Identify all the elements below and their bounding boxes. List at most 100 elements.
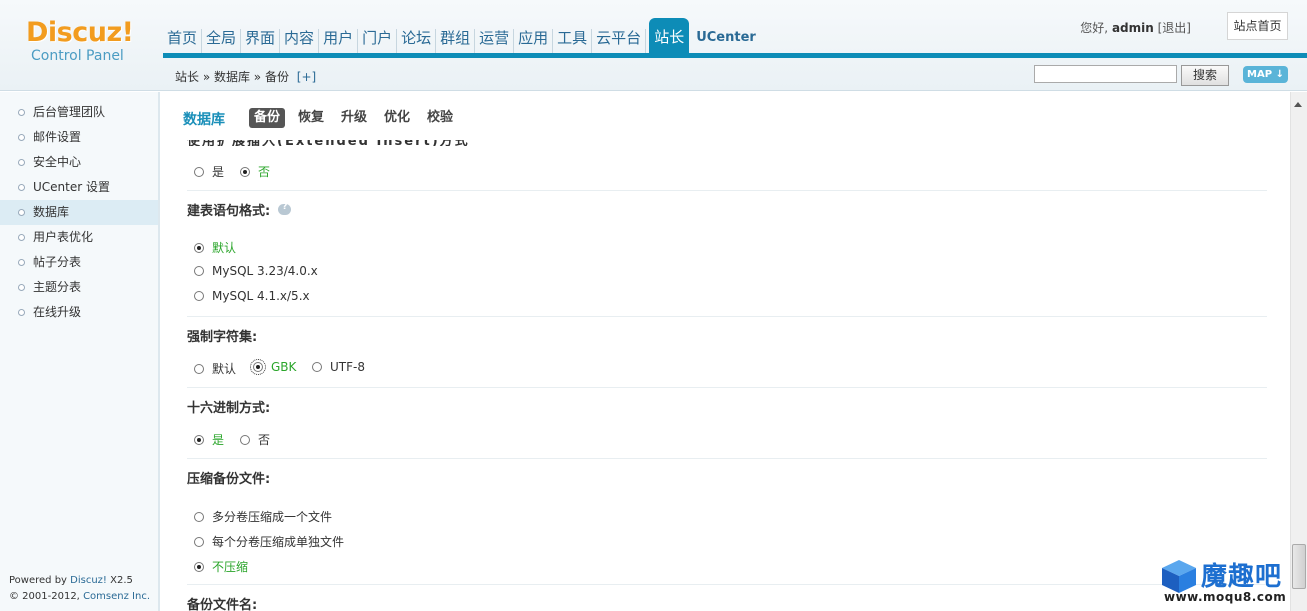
nav-item-webmaster[interactable]: 站长 (649, 18, 690, 54)
powered-prefix: Powered by (9, 575, 67, 586)
sidebar-item-admin-team[interactable]: 后台管理团队 (0, 100, 158, 125)
radio-charset-gbk[interactable]: GBK (250, 359, 296, 375)
sidebar-item-ucenter-settings[interactable]: UCenter 设置 (0, 175, 158, 200)
sidebar-item-post-split[interactable]: 帖子分表 (0, 250, 158, 275)
nav-item-cloud[interactable]: 云平台 (592, 29, 647, 54)
add-shortcut-link[interactable]: [+] (297, 70, 316, 84)
sidebar-item-database[interactable]: 数据库 (0, 200, 158, 225)
sidebar-item-label: 在线升级 (33, 305, 82, 319)
radio-circle (194, 266, 204, 276)
radio-hex-no[interactable]: 否 (240, 431, 270, 448)
logout-link[interactable]: [退出] (1158, 21, 1191, 35)
nav-item-apps[interactable]: 应用 (514, 29, 554, 54)
sidebar-item-online-upgrade[interactable]: 在线升级 (0, 300, 158, 325)
option-label: 是 (212, 433, 225, 447)
sidebar-item-label: 帖子分表 (33, 255, 82, 269)
map-label: MAP (1247, 69, 1273, 80)
tab-verify[interactable]: 校验 (422, 108, 458, 128)
map-button[interactable]: MAP ↓ (1243, 66, 1288, 83)
option-label: UTF-8 (330, 360, 365, 374)
bullet-icon (18, 159, 25, 166)
sidebar-item-mail-settings[interactable]: 邮件设置 (0, 125, 158, 150)
sidebar-item-user-table-optimize[interactable]: 用户表优化 (0, 225, 158, 250)
radio-ext-insert-yes[interactable]: 是 (194, 163, 224, 180)
option-label: 否 (258, 165, 271, 179)
radio-sql-default[interactable]: 默认 (194, 239, 236, 256)
charset-label-row: 强制字符集: (187, 326, 1267, 345)
nav-item-home[interactable]: 首页 (163, 29, 203, 54)
breadcrumb: 站长 » 数据库 » 备份 [+] (175, 68, 316, 85)
site-home-button[interactable]: 站点首页 (1227, 12, 1288, 40)
main-scrollbar[interactable] (1290, 92, 1307, 611)
compress-label: 压缩备份文件: (187, 472, 271, 487)
bullet-icon (18, 134, 25, 141)
search-button[interactable]: 搜索 (1181, 65, 1229, 86)
hex-label: 十六进制方式: (187, 401, 271, 416)
nav-item-portal[interactable]: 门户 (358, 29, 398, 54)
radio-compress-multi-one[interactable]: 多分卷压缩成一个文件 (194, 508, 332, 525)
bullet-icon (18, 259, 25, 266)
tab-backup[interactable]: 备份 (249, 108, 286, 128)
discuz-link[interactable]: Discuz! (70, 575, 107, 586)
nav-item-global[interactable]: 全局 (202, 29, 242, 54)
nav-item-forum[interactable]: 论坛 (397, 29, 437, 54)
charset-label: 强制字符集: (187, 330, 258, 345)
nav-underline (163, 53, 1307, 58)
cube-logo-icon (1162, 560, 1196, 593)
sql-format-label-row: 建表语句格式: (187, 200, 1267, 219)
radio-compress-each[interactable]: 每个分卷压缩成单独文件 (194, 533, 344, 550)
page-title: 数据库 (183, 112, 225, 128)
tab-restore[interactable]: 恢复 (293, 108, 329, 128)
radio-ext-insert-no[interactable]: 否 (240, 163, 270, 180)
tab-bar: 数据库 备份 恢复 升级 优化 校验 (163, 92, 1290, 140)
nav-item-content[interactable]: 内容 (280, 29, 320, 54)
divider (187, 316, 1267, 317)
radio-charset-default[interactable]: 默认 (194, 360, 236, 377)
sidebar-item-thread-split[interactable]: 主题分表 (0, 275, 158, 300)
hex-label-row: 十六进制方式: (187, 397, 1267, 416)
sidebar-item-label: 主题分表 (33, 280, 82, 294)
top-navigation: 首页 全局 界面 内容 用户 门户 论坛 群组 运营 应用 工具 云平台 站长 … (163, 16, 760, 54)
scroll-up-arrow-icon[interactable] (1294, 102, 1302, 107)
radio-circle (194, 291, 204, 301)
radio-compress-none[interactable]: 不压缩 (194, 558, 248, 575)
version-text: X2.5 (110, 575, 133, 586)
radio-circle (194, 434, 204, 445)
radio-sql-mysql41[interactable]: MySQL 4.1.x/5.x (194, 289, 310, 303)
nav-item-operations[interactable]: 运营 (475, 29, 515, 54)
search-input[interactable] (1034, 65, 1177, 83)
breadcrumb-path: 站长 » 数据库 » 备份 (175, 70, 289, 84)
help-bubble-icon[interactable] (278, 202, 292, 215)
radio-circle (194, 242, 204, 253)
label-text: 建表语句格式: (187, 204, 271, 219)
nav-item-interface[interactable]: 界面 (241, 29, 281, 54)
nav-item-tools[interactable]: 工具 (553, 29, 593, 54)
sidebar-item-security-center[interactable]: 安全中心 (0, 150, 158, 175)
comsenz-link[interactable]: Comsenz Inc. (83, 591, 150, 602)
sidebar-item-label: UCenter 设置 (33, 180, 110, 194)
user-bar: 您好, admin [退出] (1080, 19, 1191, 36)
tab-upgrade[interactable]: 升级 (336, 108, 372, 128)
username: admin (1111, 21, 1154, 35)
radio-circle (194, 166, 204, 177)
tab-optimize[interactable]: 优化 (379, 108, 415, 128)
radio-hex-yes[interactable]: 是 (194, 431, 224, 448)
nav-item-users[interactable]: 用户 (319, 29, 359, 54)
sidebar: 后台管理团队 邮件设置 安全中心 UCenter 设置 数据库 用户表优化 帖子… (0, 92, 160, 611)
divider (187, 387, 1267, 388)
nav-item-groups[interactable]: 群组 (436, 29, 476, 54)
radio-charset-utf8[interactable]: UTF-8 (312, 360, 365, 374)
divider (187, 458, 1267, 459)
nav-item-ucenter[interactable]: UCenter (692, 29, 760, 54)
option-label: 不压缩 (212, 560, 249, 574)
radio-circle (250, 359, 266, 375)
radio-circle (240, 434, 250, 445)
logo[interactable]: Discuz! Control Panel (26, 18, 134, 65)
divider (187, 190, 1267, 191)
option-label: 是 (212, 165, 225, 179)
radio-circle (194, 561, 204, 572)
sidebar-item-label: 后台管理团队 (33, 105, 106, 119)
sidebar-item-label: 安全中心 (33, 155, 82, 169)
bullet-icon (18, 234, 25, 241)
radio-sql-mysql323[interactable]: MySQL 3.23/4.0.x (194, 264, 318, 278)
